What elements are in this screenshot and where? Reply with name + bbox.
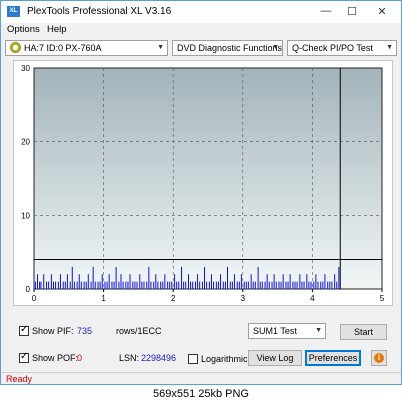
rows-label: rows/1ECC	[116, 326, 162, 336]
x-tick-label: 5	[380, 294, 385, 303]
show-pif-label: Show PIF:	[32, 326, 74, 336]
pi-po-chart: 0 1 2 3 4 5 0 10 20 30	[13, 60, 393, 306]
view-log-button[interactable]: View Log	[248, 350, 302, 366]
chart-svg: 0 1 2 3 4 5 0 10 20 30	[21, 64, 385, 303]
y-tick-label: 0	[26, 285, 31, 294]
y-tick-label: 30	[21, 64, 30, 73]
maximize-button[interactable]: ☐	[345, 5, 359, 18]
title-bar[interactable]: XL PlexTools Professional XL V3.16 — ☐ ✕	[1, 1, 401, 23]
drive-select-value: HA:7 ID:0 PX-760A	[24, 43, 102, 53]
toolbar: HA:7 ID:0 PX-760A ▼ DVD Diagnostic Funct…	[1, 37, 401, 59]
lsn-label: LSN:	[119, 353, 140, 363]
sum-test-select-value: SUM1 Test	[253, 326, 297, 336]
menu-help[interactable]: Help	[47, 24, 67, 35]
x-tick-label: 3	[241, 294, 246, 303]
disc-drive-icon	[10, 42, 21, 53]
status-text: Ready	[6, 374, 33, 384]
chevron-down-icon: ▼	[315, 327, 322, 334]
logarithmic-checkbox[interactable]	[188, 354, 198, 364]
menu-options[interactable]: Options	[7, 24, 40, 35]
window-title: PlexTools Professional XL V3.16	[27, 6, 172, 17]
test-select[interactable]: Q-Check PI/PO Test ▼	[287, 40, 397, 56]
sum-test-select[interactable]: SUM1 Test ▼	[248, 323, 326, 339]
chevron-down-icon: ▼	[272, 44, 279, 51]
x-tick-label: 1	[101, 294, 106, 303]
lsn-value: 2298496	[141, 353, 177, 363]
drive-select[interactable]: HA:7 ID:0 PX-760A ▼	[5, 40, 168, 56]
function-select-value: DVD Diagnostic Functions	[177, 43, 283, 53]
info-button[interactable]: i	[371, 350, 387, 366]
chevron-down-icon: ▼	[157, 44, 164, 51]
logarithmic-label: Logarithmic	[201, 354, 248, 364]
y-tick-label: 10	[21, 211, 30, 220]
close-button[interactable]: ✕	[375, 5, 389, 18]
pif-value: 735	[77, 326, 93, 336]
x-tick-label: 2	[171, 294, 176, 303]
show-pif-checkbox[interactable]	[19, 324, 29, 336]
start-button[interactable]: Start	[340, 324, 387, 340]
controls-panel: Show PIF: 735 rows/1ECC Show POF: 0 LSN:…	[1, 306, 401, 372]
function-select[interactable]: DVD Diagnostic Functions ▼	[172, 40, 283, 56]
menu-bar: Options Help	[1, 23, 401, 37]
show-pof-checkbox[interactable]	[19, 351, 29, 363]
plot-area	[33, 67, 383, 290]
image-caption: 569x551 25kb PNG	[0, 385, 402, 404]
preferences-button[interactable]: Preferences	[305, 350, 361, 366]
test-select-value: Q-Check PI/PO Test	[292, 43, 373, 53]
minimize-button[interactable]: —	[319, 5, 333, 17]
chevron-down-icon: ▼	[386, 44, 393, 51]
app-window: XL PlexTools Professional XL V3.16 — ☐ ✕…	[0, 0, 402, 385]
show-pof-label: Show POF:	[32, 353, 79, 363]
status-bar: Ready	[1, 372, 401, 384]
x-tick-label: 0	[32, 294, 37, 303]
info-icon: i	[374, 353, 384, 363]
app-icon: XL	[7, 6, 20, 17]
x-tick-label: 4	[310, 294, 315, 303]
y-tick-label: 20	[21, 138, 30, 147]
pof-value: 0	[77, 353, 83, 363]
